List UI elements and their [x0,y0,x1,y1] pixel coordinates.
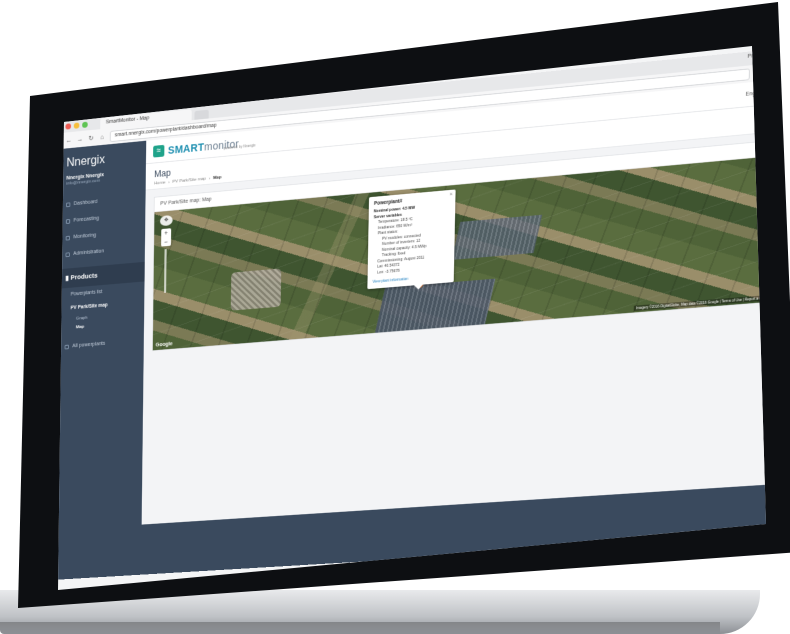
info-window-lines: Nominal power: 4.5 MW Server variables Tem… [373,203,451,277]
close-window-button[interactable] [65,123,71,129]
zoom-slider[interactable] [164,249,167,293]
breadcrumb-separator: › [209,176,210,181]
maximize-window-button[interactable] [82,122,88,128]
forecast-icon [66,219,70,224]
zoom-out-icon[interactable]: − [161,237,171,247]
home-icon[interactable]: ⌂ [99,133,106,141]
minimize-window-button[interactable] [74,122,80,128]
breadcrumb-current: Map [213,175,222,180]
map-attribution[interactable]: Imagery ©2016 DigitalGlobe, Map data ©20… [634,294,777,311]
list-icon [65,344,69,349]
main-content: ≈ SMARTmonitor powered by Nnergix Englis… [141,78,790,575]
sidebar-item-label: Forecasting [74,216,99,223]
logo-text-bold: SMART [168,141,204,156]
map-town-area [231,268,281,310]
app-logo[interactable]: ≈ SMARTmonitor powered by Nnergix [153,136,256,158]
admin-icon [66,252,70,257]
map-solar-field [452,215,542,260]
window-controls [65,122,87,130]
forward-icon[interactable]: → [76,135,83,143]
sidebar-item-label: Administration [73,249,104,257]
breadcrumb-site-map[interactable]: PV Park/Site map [172,177,206,185]
browser-window: SmartMonitor - Map Profile available ← →… [56,47,790,580]
new-tab-button[interactable] [194,110,208,120]
laptop-scene: SmartMonitor - Map Profile available ← →… [0,0,790,634]
laptop-shadow [0,622,720,634]
sidebar: Nnergix Nnergix Nnergix info@nnergix.com… [56,141,147,580]
sidebar-item-label: All powerplants [72,341,105,349]
google-logo: Google [156,342,173,348]
sidebar-item-label: Dashboard [74,199,98,206]
breadcrumb-home[interactable]: Home [154,181,165,186]
dashboard-icon [66,202,70,207]
monitoring-icon [66,235,70,240]
back-icon[interactable]: ← [65,136,72,144]
sidebar-item-all-powerplants[interactable]: All powerplants [58,332,144,355]
app-layout: Nnergix Nnergix Nnergix info@nnergix.com… [56,78,790,580]
compass-icon[interactable]: ✥ [160,215,173,226]
breadcrumb-separator: › [168,180,169,185]
satellite-map[interactable]: ✥ + − Satellite Google Imagery ©2016 Dig… [153,155,784,350]
zoom-control: + − [161,228,171,246]
logo-mark-icon: ≈ [153,144,164,157]
reload-icon[interactable]: ↻ [88,134,95,143]
menu-icon[interactable]: ≡ [786,65,790,75]
sidebar-item-label: Monitoring [73,233,96,240]
section-title: Products [70,272,97,282]
map-info-window: × Powerplant# Nominal power: 4.5 MW Serve… [367,189,455,289]
close-icon[interactable]: × [449,192,452,198]
